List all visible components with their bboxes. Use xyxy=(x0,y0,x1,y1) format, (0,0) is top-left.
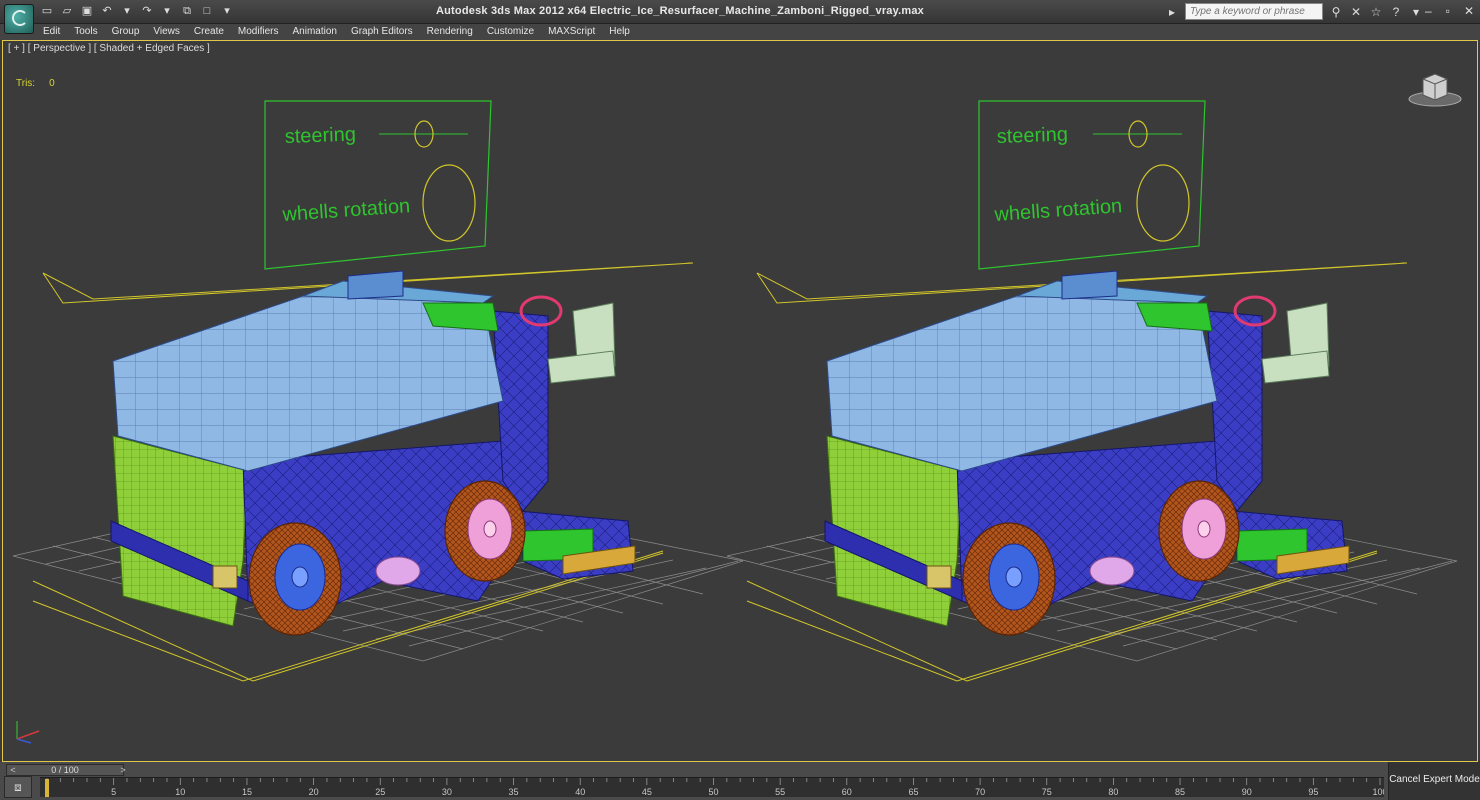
trackbar-tick-label: 90 xyxy=(1242,787,1252,797)
trackbar-tick-label: 75 xyxy=(1042,787,1052,797)
close-icon[interactable]: ✕ xyxy=(1464,4,1474,18)
timeline-area: < 0 / 100 > ⧈ 5 10 15 20 25 30 35 40 45 50 55 60 65 7… xyxy=(0,762,1480,800)
menu-group[interactable]: Group xyxy=(105,24,147,40)
steering-label-right: steering xyxy=(996,124,1068,148)
help-icon[interactable]: ? xyxy=(1389,5,1403,19)
menu-edit[interactable]: Edit xyxy=(36,24,67,40)
infocenter: ▸ ⚲ ✕ ☆ ? ▾ xyxy=(1165,3,1423,20)
trackbar-tick-label: 100 xyxy=(1372,787,1384,797)
wheels-label-right: whells rotation xyxy=(993,195,1123,226)
menu-bar: Edit Tools Group Views Create Modifiers … xyxy=(0,24,1480,40)
trackbar-tick-label: 70 xyxy=(975,787,985,797)
trackbar-tick-label: 55 xyxy=(775,787,785,797)
trackbar-tick-label: 65 xyxy=(908,787,918,797)
trackbar-tick-label: 95 xyxy=(1308,787,1318,797)
menu-rendering[interactable]: Rendering xyxy=(420,24,480,40)
menu-modifiers[interactable]: Modifiers xyxy=(231,24,286,40)
favorites-star-icon[interactable]: ☆ xyxy=(1369,5,1383,19)
stats-value: 0 xyxy=(49,78,55,89)
mini-curve-editor-icon[interactable]: ⧈ xyxy=(4,776,32,798)
menu-animation[interactable]: Animation xyxy=(285,24,343,40)
menu-customize[interactable]: Customize xyxy=(480,24,541,40)
binoculars-search-icon[interactable]: ⚲ xyxy=(1329,5,1343,19)
viewcube-icon[interactable] xyxy=(1407,69,1463,109)
menu-graph-editors[interactable]: Graph Editors xyxy=(344,24,420,40)
menu-tools[interactable]: Tools xyxy=(67,24,104,40)
menu-help[interactable]: Help xyxy=(602,24,637,40)
trackbar-tick-label: 60 xyxy=(842,787,852,797)
trackbar[interactable]: 5 10 15 20 25 30 35 40 45 50 55 60 65 70 75 80 85 90 95 100 xyxy=(40,777,1384,797)
trackbar-tick-label: 5 xyxy=(111,787,116,797)
time-slider-next-icon[interactable]: > xyxy=(117,764,129,776)
app-window: ▭ ▱ ▣ ↶ ▾ ↷ ▾ ⧉ □ ▾ Autodesk 3ds Max 201… xyxy=(0,0,1480,800)
trackbar-tick-label: 80 xyxy=(1108,787,1118,797)
title-bar: ▭ ▱ ▣ ↶ ▾ ↷ ▾ ⧉ □ ▾ Autodesk 3ds Max 201… xyxy=(0,0,1480,34)
perspective-viewport[interactable]: steering whells rotation steering whells… xyxy=(2,40,1478,762)
frame-cursor[interactable] xyxy=(45,779,49,797)
trackbar-tick-label: 25 xyxy=(375,787,385,797)
steering-label-left: steering xyxy=(284,124,356,148)
trackbar-ticks: 5 10 15 20 25 30 35 40 45 50 55 60 65 70 75 80 85 90 95 100 xyxy=(46,778,1384,797)
tools-icon[interactable]: ✕ xyxy=(1349,5,1363,19)
time-slider-value: 0 / 100 xyxy=(51,765,79,775)
menu-create[interactable]: Create xyxy=(187,24,231,40)
restore-icon[interactable]: ▫ xyxy=(1446,4,1450,18)
wheels-label-left: whells rotation xyxy=(281,195,411,226)
viewport-statistics: Tris: 0 xyxy=(16,78,55,89)
trackbar-tick-label: 30 xyxy=(442,787,452,797)
trackbar-tick-label: 20 xyxy=(309,787,319,797)
minimize-icon[interactable]: – xyxy=(1425,4,1432,18)
viewport-scene[interactable]: steering whells rotation steering whells… xyxy=(3,41,1477,761)
cancel-expert-mode-button[interactable]: Cancel Expert Mode xyxy=(1388,762,1480,800)
viewport-label-menu[interactable]: [ + ] [ Perspective ] [ Shaded + Edged F… xyxy=(8,43,210,54)
trackbar-tick-label: 10 xyxy=(175,787,185,797)
window-controls: – ▫ ✕ xyxy=(1425,4,1474,18)
trackbar-tick-label: 35 xyxy=(509,787,519,797)
trackbar-tick-label: 85 xyxy=(1175,787,1185,797)
menu-views[interactable]: Views xyxy=(146,24,187,40)
axis-tripod-icon xyxy=(16,721,40,744)
trackbar-tick-label: 50 xyxy=(708,787,718,797)
trackbar-tick-label: 45 xyxy=(642,787,652,797)
trackbar-tick-label: 15 xyxy=(242,787,252,797)
trackbar-tick-label: 40 xyxy=(575,787,585,797)
window-title: Autodesk 3ds Max 2012 x64 Electric_Ice_R… xyxy=(435,5,924,17)
help-dropdown-icon[interactable]: ▾ xyxy=(1409,5,1423,19)
menu-maxscript[interactable]: MAXScript xyxy=(541,24,602,40)
stats-label: Tris: xyxy=(16,78,36,89)
search-input[interactable] xyxy=(1185,3,1323,20)
search-expand-icon[interactable]: ▸ xyxy=(1165,5,1179,19)
app-logo-icon[interactable] xyxy=(4,4,34,34)
time-slider[interactable]: < 0 / 100 > xyxy=(6,764,126,776)
